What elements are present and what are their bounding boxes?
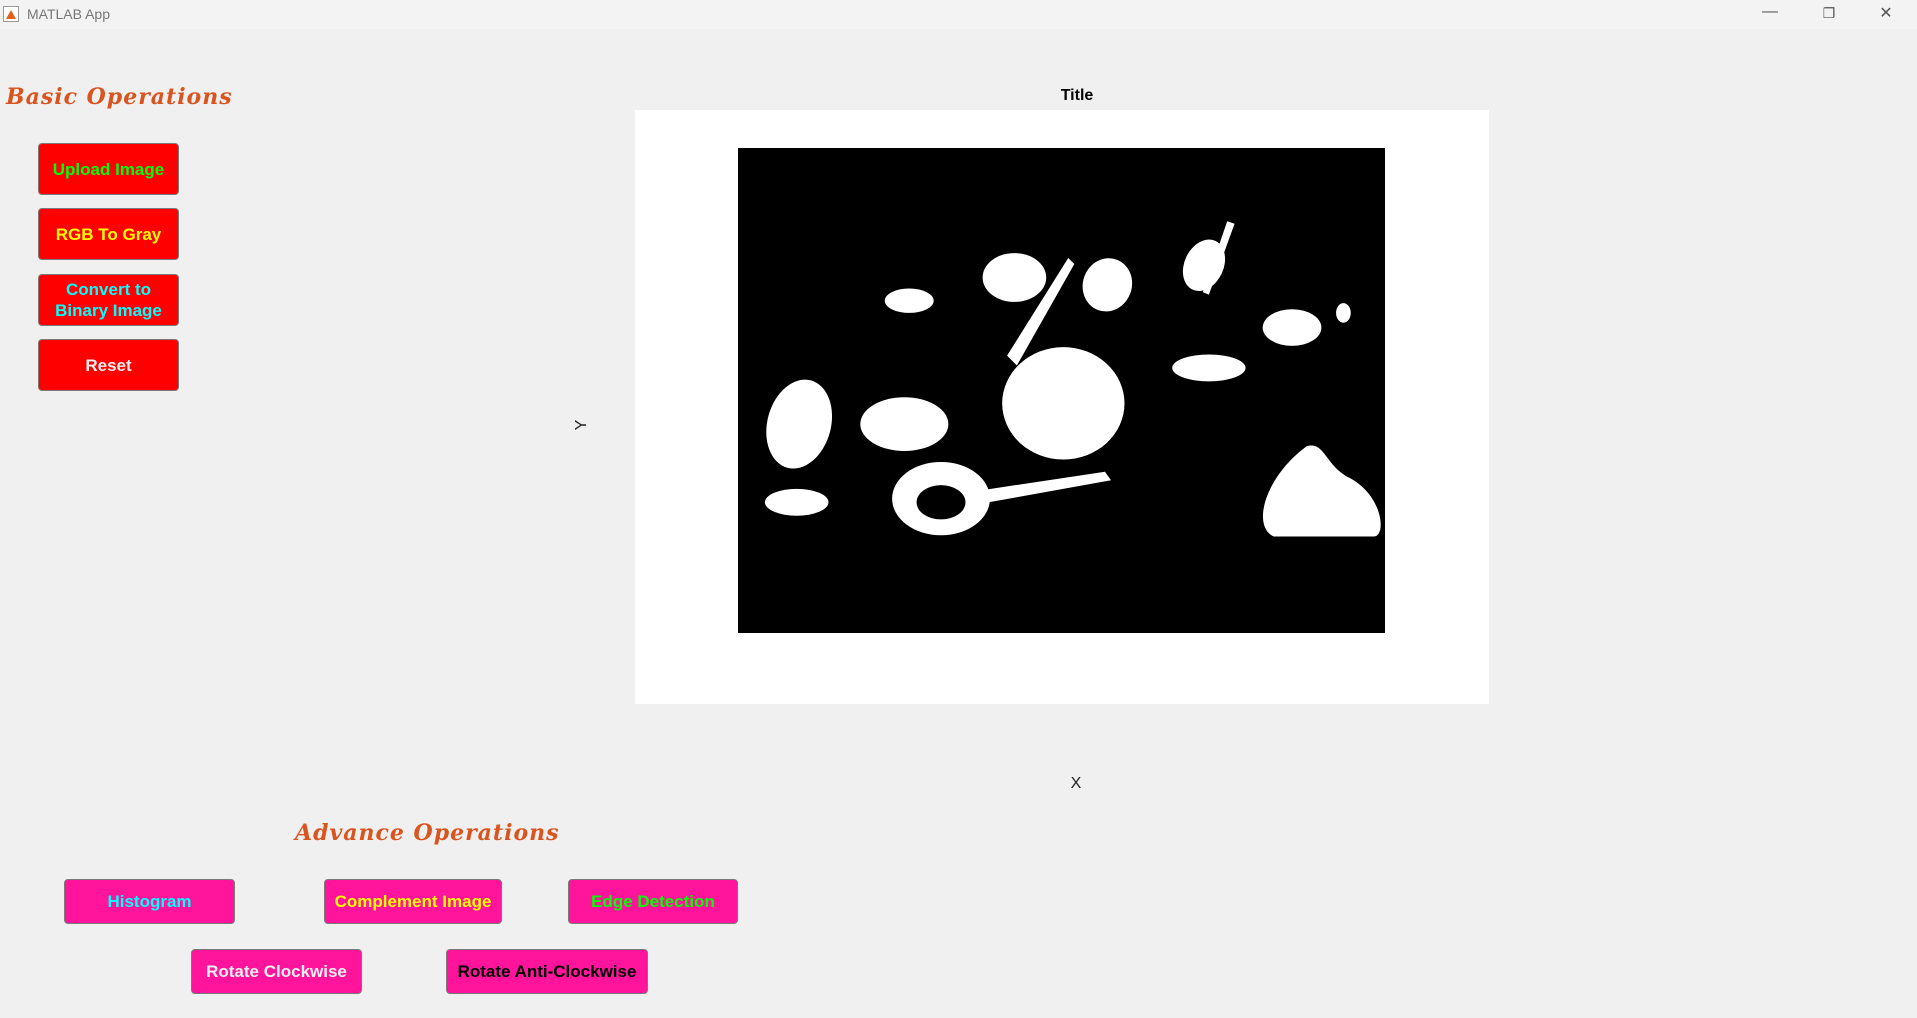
axes-title: Title — [1060, 87, 1094, 104]
rotate-anticlockwise-button[interactable]: Rotate Anti-Clockwise — [446, 949, 648, 994]
binary-image-content — [764, 221, 1381, 537]
rgb-to-gray-button[interactable]: RGB To Gray — [38, 208, 179, 260]
minimize-icon[interactable]: — — [1755, 3, 1785, 21]
x-axis-label: X — [1070, 775, 1082, 792]
complement-image-button[interactable]: Complement Image — [324, 879, 502, 924]
close-icon[interactable]: ✕ — [1871, 3, 1901, 23]
edge-detection-button[interactable]: Edge Detection — [568, 879, 738, 924]
histogram-button[interactable]: Histogram — [64, 879, 235, 924]
title-bar: MATLAB App — ❐ ✕ — [0, 0, 1917, 29]
restore-icon[interactable]: ❐ — [1814, 5, 1844, 22]
window-title: MATLAB App — [27, 6, 111, 22]
advance-operations-title: Advance Operations — [295, 820, 560, 846]
reset-button[interactable]: Reset — [38, 339, 179, 391]
binary-image — [738, 148, 1385, 633]
rotate-clockwise-button[interactable]: Rotate Clockwise — [191, 949, 362, 994]
upload-image-button[interactable]: Upload Image — [38, 143, 179, 195]
matlab-icon — [3, 6, 19, 22]
basic-operations-title: Basic Operations — [6, 84, 233, 110]
y-axis-label: Y — [573, 419, 590, 431]
convert-to-binary-button[interactable]: Convert to Binary Image — [38, 274, 179, 326]
